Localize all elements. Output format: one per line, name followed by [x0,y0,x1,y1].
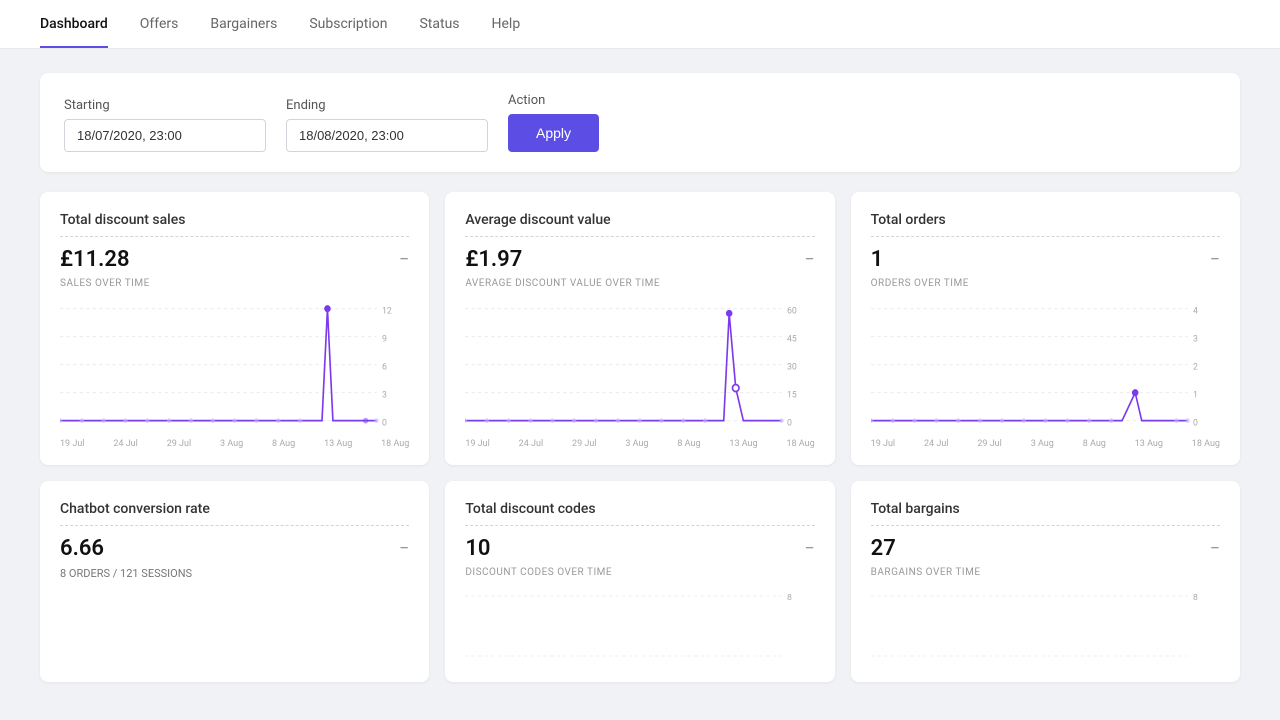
ending-input[interactable] [286,119,488,152]
svg-text:15: 15 [787,390,797,400]
card-collapse-total-bargains[interactable]: − [1210,538,1220,559]
chart-total-discount-sales: 12 9 6 3 0 [60,297,409,437]
card-total-discount-codes: Total discount codes 10 − DISCOUNT CODES… [445,481,834,682]
top-cards-grid: Total discount sales £11.28 − SALES OVER… [40,192,1240,465]
svg-text:6: 6 [382,362,387,372]
card-collapse-total-orders[interactable]: − [1210,249,1220,270]
card-chatbot-conversion-rate: Chatbot conversion rate 6.66 − 8 ORDERS … [40,481,429,682]
card-collapse-total-discount-codes[interactable]: − [804,538,814,559]
chart-total-discount-codes: 8 [465,586,814,666]
card-collapse-average-discount-value[interactable]: − [804,249,814,270]
card-subtitle-total-discount-codes: DISCOUNT CODES OVER TIME [465,567,814,578]
svg-text:3: 3 [1193,334,1198,344]
card-total-orders: Total orders 1 − ORDERS OVER TIME 4 3 2 … [851,192,1240,465]
card-title-total-bargains: Total bargains [871,501,1220,526]
chart-total-bargains: 8 [871,586,1220,666]
tab-help[interactable]: Help [492,0,521,48]
card-title-average-discount-value: Average discount value [465,212,814,237]
svg-text:3: 3 [382,390,387,400]
tab-status[interactable]: Status [419,0,459,48]
tab-dashboard[interactable]: Dashboard [40,0,108,48]
card-value-total-discount-sales: £11.28 [60,247,130,272]
svg-text:30: 30 [787,362,797,372]
svg-text:0: 0 [1193,418,1198,428]
card-sub-chatbot-conversion-rate: 8 ORDERS / 121 SESSIONS [60,567,409,580]
starting-field: Starting [64,98,266,152]
nav-bar: Dashboard Offers Bargainers Subscription… [0,0,1280,49]
x-labels-average-discount-value: 19 Jul 24 Jul 29 Jul 3 Aug 8 Aug 13 Aug … [465,439,814,449]
svg-text:8: 8 [787,593,792,603]
card-value-total-discount-codes: 10 [465,536,490,561]
card-total-bargains: Total bargains 27 − BARGAINS OVER TIME 8 [851,481,1240,682]
card-subtitle-total-bargains: BARGAINS OVER TIME [871,567,1220,578]
card-collapse-total-discount-sales[interactable]: − [399,249,409,270]
card-value-average-discount-value: £1.97 [465,247,522,272]
card-subtitle-total-discount-sales: SALES OVER TIME [60,278,409,289]
action-label: Action [508,93,599,108]
starting-label: Starting [64,98,266,113]
svg-text:8: 8 [1193,593,1198,603]
chart-average-discount-value: 60 45 30 15 0 [465,297,814,437]
svg-text:60: 60 [787,306,797,316]
svg-text:0: 0 [787,418,792,428]
svg-text:0: 0 [382,418,387,428]
tab-bargainers[interactable]: Bargainers [210,0,277,48]
action-field: Action Apply [508,93,599,152]
tab-subscription[interactable]: Subscription [309,0,387,48]
card-subtitle-average-discount-value: AVERAGE DISCOUNT VALUE OVER TIME [465,278,814,289]
card-value-total-orders: 1 [871,247,884,272]
tab-offers[interactable]: Offers [140,0,179,48]
card-total-discount-sales: Total discount sales £11.28 − SALES OVER… [40,192,429,465]
ending-label: Ending [286,98,488,113]
svg-text:1: 1 [1193,390,1198,400]
x-labels-total-orders: 19 Jul 24 Jul 29 Jul 3 Aug 8 Aug 13 Aug … [871,439,1220,449]
card-value-total-bargains: 27 [871,536,896,561]
ending-field: Ending [286,98,488,152]
filter-card: Starting Ending Action Apply [40,73,1240,172]
x-labels-total-discount-sales: 19 Jul 24 Jul 29 Jul 3 Aug 8 Aug 13 Aug … [60,439,409,449]
svg-text:12: 12 [382,306,392,316]
chart-total-orders: 4 3 2 1 0 [871,297,1220,437]
apply-button[interactable]: Apply [508,114,599,152]
svg-text:2: 2 [1193,362,1198,372]
svg-text:9: 9 [382,334,387,344]
bottom-cards-grid: Chatbot conversion rate 6.66 − 8 ORDERS … [40,481,1240,682]
card-title-chatbot-conversion-rate: Chatbot conversion rate [60,501,409,526]
svg-text:4: 4 [1193,306,1198,316]
card-title-total-discount-sales: Total discount sales [60,212,409,237]
card-value-chatbot-conversion-rate: 6.66 [60,536,104,561]
starting-input[interactable] [64,119,266,152]
card-title-total-discount-codes: Total discount codes [465,501,814,526]
card-title-total-orders: Total orders [871,212,1220,237]
card-average-discount-value: Average discount value £1.97 − AVERAGE D… [445,192,834,465]
svg-text:45: 45 [787,334,797,344]
card-collapse-chatbot-conversion-rate[interactable]: − [399,538,409,559]
card-subtitle-total-orders: ORDERS OVER TIME [871,278,1220,289]
